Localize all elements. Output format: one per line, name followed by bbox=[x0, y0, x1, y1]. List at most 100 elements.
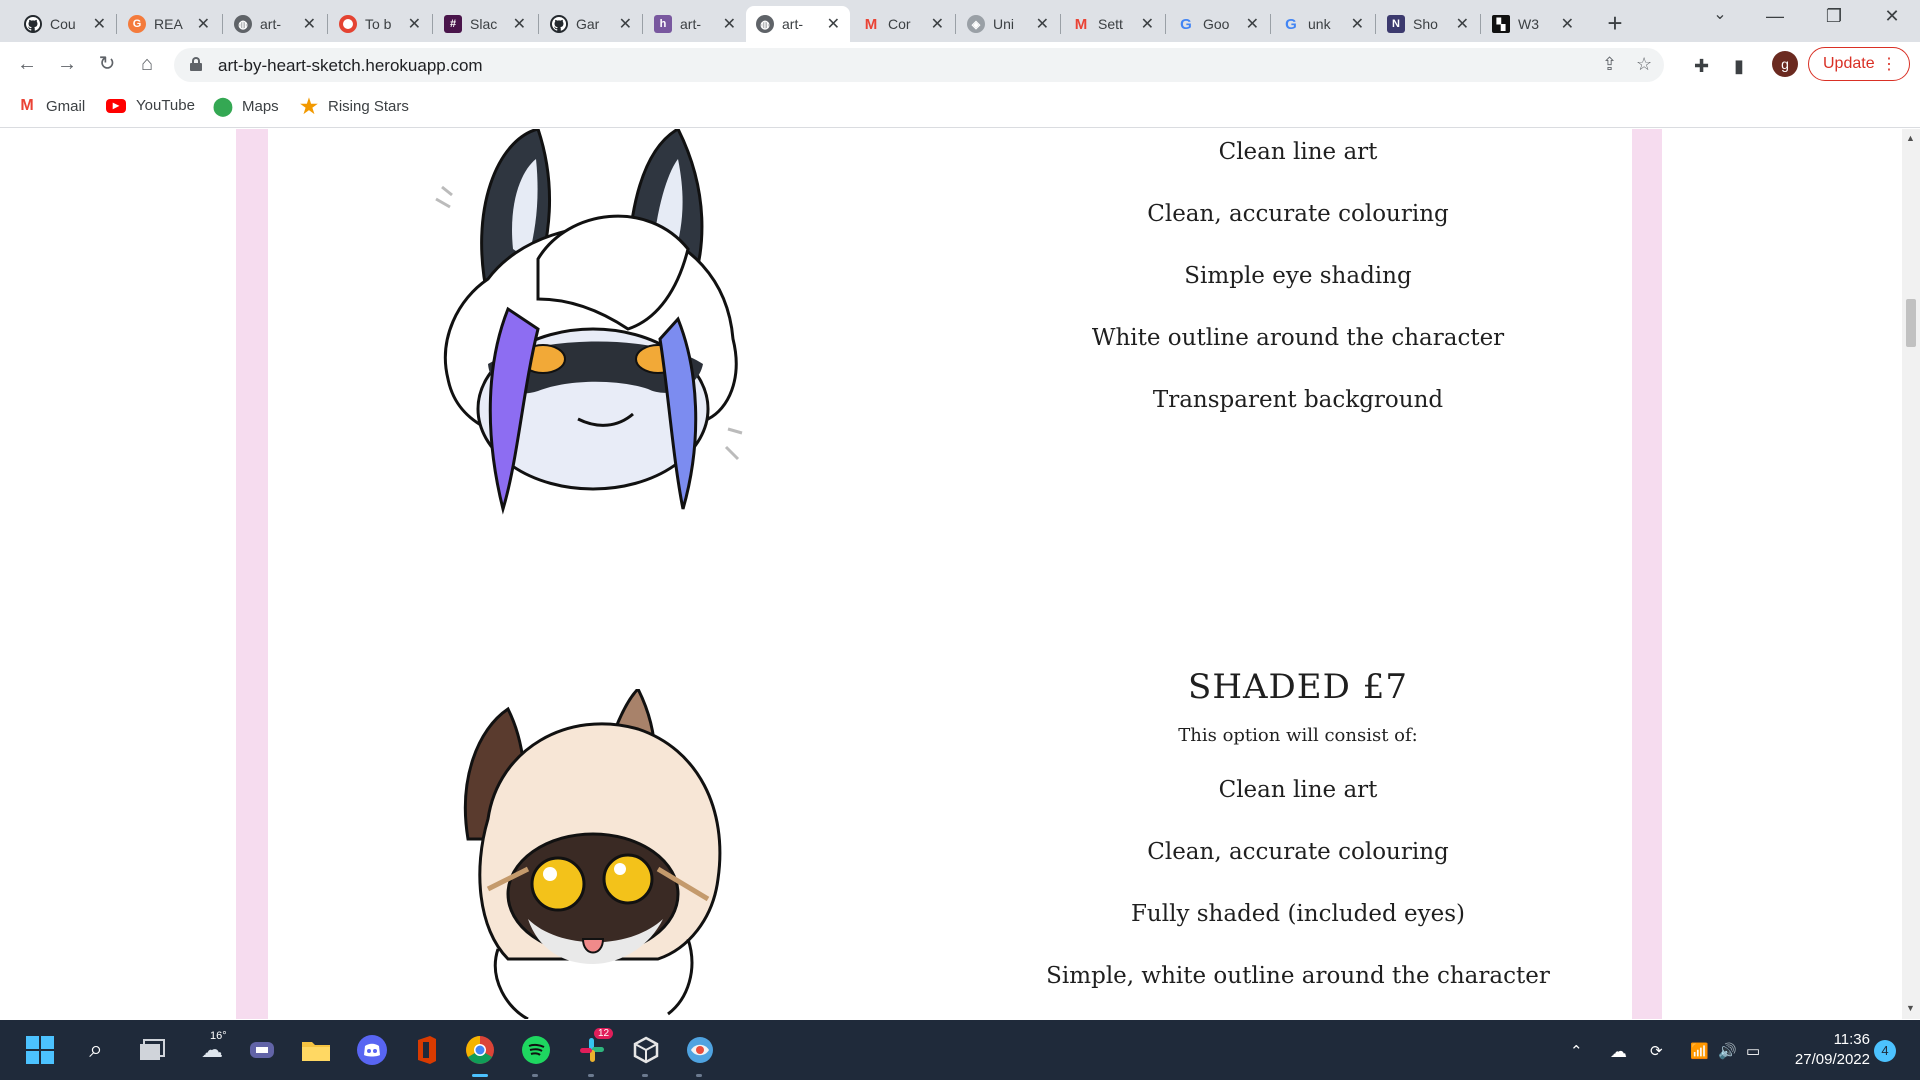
tab-separator bbox=[116, 14, 117, 34]
share-icon[interactable]: ⇪ bbox=[1602, 54, 1617, 75]
profile-avatar[interactable]: g bbox=[1772, 51, 1798, 77]
forward-button[interactable]: → bbox=[54, 52, 80, 78]
tab-9[interactable]: M Cor ✕ bbox=[852, 6, 954, 42]
clock-time: 11:36 bbox=[1833, 1031, 1870, 1048]
google-icon: G bbox=[1180, 15, 1192, 33]
slack-icon[interactable]: 12 bbox=[576, 1028, 614, 1066]
close-icon[interactable]: ✕ bbox=[931, 14, 944, 34]
chrome-icon[interactable] bbox=[464, 1034, 496, 1066]
game-app-icon[interactable] bbox=[684, 1034, 716, 1066]
star-icon: ★ bbox=[300, 95, 318, 118]
tab-title: Slac bbox=[470, 16, 498, 32]
bookmark-youtube[interactable]: ▶ YouTube bbox=[106, 97, 195, 114]
volume-icon[interactable]: 🔊 bbox=[1718, 1042, 1737, 1060]
battery-icon[interactable]: ▭ bbox=[1746, 1042, 1760, 1060]
file-explorer-icon[interactable] bbox=[300, 1034, 332, 1066]
side-panel-icon[interactable]: ▮ bbox=[1734, 56, 1744, 77]
flat-colour-example-image bbox=[428, 129, 768, 519]
bookmark-maps[interactable]: ⬤ Maps bbox=[213, 96, 279, 116]
back-button[interactable]: ← bbox=[14, 52, 40, 78]
url-text[interactable]: art-by-heart-sketch.herokuapp.com bbox=[218, 56, 483, 76]
tab-15[interactable]: ▚ W3 ✕ bbox=[1482, 6, 1584, 42]
tab-separator bbox=[1480, 14, 1481, 34]
close-icon[interactable]: ✕ bbox=[1456, 14, 1469, 34]
gmail-icon: M bbox=[864, 15, 878, 33]
teams-chat-icon[interactable] bbox=[246, 1034, 278, 1066]
address-bar[interactable]: art-by-heart-sketch.herokuapp.com ⇪ ☆ bbox=[174, 48, 1664, 82]
tab-5[interactable]: # Slac ✕ bbox=[434, 6, 536, 42]
unity-icon: ◈ bbox=[967, 15, 985, 33]
tab-1[interactable]: Cou ✕ bbox=[14, 6, 116, 42]
active-app-indicator bbox=[472, 1074, 488, 1077]
close-icon[interactable]: ✕ bbox=[827, 14, 840, 34]
close-icon[interactable]: ✕ bbox=[1351, 14, 1364, 34]
tray-overflow-chevron-icon[interactable]: ⌃ bbox=[1570, 1042, 1583, 1060]
tab-title: Goo bbox=[1203, 16, 1230, 32]
update-label: Update bbox=[1823, 55, 1875, 72]
slack-icon: # bbox=[444, 15, 462, 33]
feature-item: Fully shaded (included eyes) bbox=[1130, 901, 1466, 927]
unity-hub-icon[interactable] bbox=[630, 1034, 662, 1066]
lock-icon bbox=[190, 57, 202, 71]
page-scrollbar[interactable]: ▲ ▼ bbox=[1902, 129, 1920, 1019]
windows-start-icon[interactable] bbox=[24, 1034, 56, 1066]
scrollbar-thumb[interactable] bbox=[1906, 299, 1916, 347]
discord-icon[interactable] bbox=[356, 1034, 388, 1066]
tab-2[interactable]: G REA ✕ bbox=[118, 6, 220, 42]
slack-badge: 12 bbox=[594, 1028, 614, 1039]
extensions-icon[interactable]: ✚ bbox=[1694, 56, 1709, 77]
tab-11[interactable]: M Sett ✕ bbox=[1062, 6, 1164, 42]
bookmark-label: Rising Stars bbox=[328, 97, 409, 115]
close-icon[interactable]: ✕ bbox=[1141, 14, 1154, 34]
bookmark-gmail[interactable]: M Gmail bbox=[18, 97, 85, 115]
task-view-icon[interactable] bbox=[136, 1034, 168, 1066]
reload-button[interactable]: ↻ bbox=[94, 52, 120, 78]
feature-item: Simple, white outline around the charact… bbox=[1046, 963, 1550, 989]
close-icon[interactable]: ✕ bbox=[513, 14, 526, 34]
notification-badge[interactable]: 4 bbox=[1874, 1040, 1896, 1062]
restore-button[interactable]: ❐ bbox=[1814, 6, 1854, 27]
search-icon[interactable]: ⌕ bbox=[80, 1034, 112, 1066]
close-icon[interactable]: ✕ bbox=[1561, 14, 1574, 34]
new-tab-button[interactable]: + bbox=[1600, 8, 1630, 39]
close-icon[interactable]: ✕ bbox=[408, 14, 421, 34]
tab-10[interactable]: ◈ Uni ✕ bbox=[957, 6, 1059, 42]
tab-12[interactable]: G Goo ✕ bbox=[1167, 6, 1269, 42]
tab-8-active[interactable]: ◍ art- ✕ bbox=[746, 6, 850, 42]
tab-search-chevron-icon[interactable]: ⌄ bbox=[1700, 4, 1740, 24]
close-icon[interactable]: ✕ bbox=[93, 14, 106, 34]
weather-widget[interactable]: ☁ 16° bbox=[190, 1030, 234, 1066]
close-icon[interactable]: ✕ bbox=[303, 14, 316, 34]
scroll-up-arrow-icon[interactable]: ▲ bbox=[1906, 133, 1915, 143]
update-button[interactable]: Update ⋮ bbox=[1808, 47, 1910, 81]
close-icon[interactable]: ✕ bbox=[1246, 14, 1259, 34]
feature-item: Clean line art bbox=[1218, 777, 1378, 803]
tab-7[interactable]: h art- ✕ bbox=[644, 6, 746, 42]
bookmark-label: Gmail bbox=[46, 97, 86, 115]
tab-13[interactable]: G unk ✕ bbox=[1272, 6, 1374, 42]
tab-3[interactable]: ◍ art- ✕ bbox=[224, 6, 326, 42]
onedrive-icon[interactable]: ☁ bbox=[1610, 1042, 1627, 1062]
tab-6[interactable]: Gar ✕ bbox=[540, 6, 642, 42]
tab-separator bbox=[432, 14, 433, 34]
bookmark-rising-stars[interactable]: ★ Rising Stars bbox=[300, 95, 409, 118]
tab-14[interactable]: N Sho ✕ bbox=[1377, 6, 1479, 42]
sync-icon[interactable]: ⟳ bbox=[1650, 1042, 1663, 1060]
minimize-button[interactable]: — bbox=[1755, 6, 1795, 27]
tab-4[interactable]: To b ✕ bbox=[329, 6, 431, 42]
close-icon[interactable]: ✕ bbox=[1036, 14, 1049, 34]
office-icon[interactable] bbox=[410, 1034, 442, 1066]
close-window-button[interactable]: ✕ bbox=[1872, 6, 1912, 27]
spotify-icon[interactable] bbox=[520, 1034, 552, 1066]
tab-title: art- bbox=[260, 16, 281, 32]
close-icon[interactable]: ✕ bbox=[197, 14, 210, 34]
close-icon[interactable]: ✕ bbox=[619, 14, 632, 34]
wifi-icon[interactable]: 📶 bbox=[1690, 1042, 1709, 1060]
grammarly-icon: G bbox=[128, 15, 146, 33]
home-button[interactable]: ⌂ bbox=[134, 52, 160, 78]
bookmark-star-icon[interactable]: ☆ bbox=[1636, 54, 1652, 75]
close-icon[interactable]: ✕ bbox=[723, 14, 736, 34]
scroll-down-arrow-icon[interactable]: ▼ bbox=[1906, 1003, 1915, 1013]
system-clock[interactable]: 11:36 27/09/2022 bbox=[1760, 1030, 1870, 1070]
feature-item: Clean, accurate colouring bbox=[1147, 201, 1449, 227]
